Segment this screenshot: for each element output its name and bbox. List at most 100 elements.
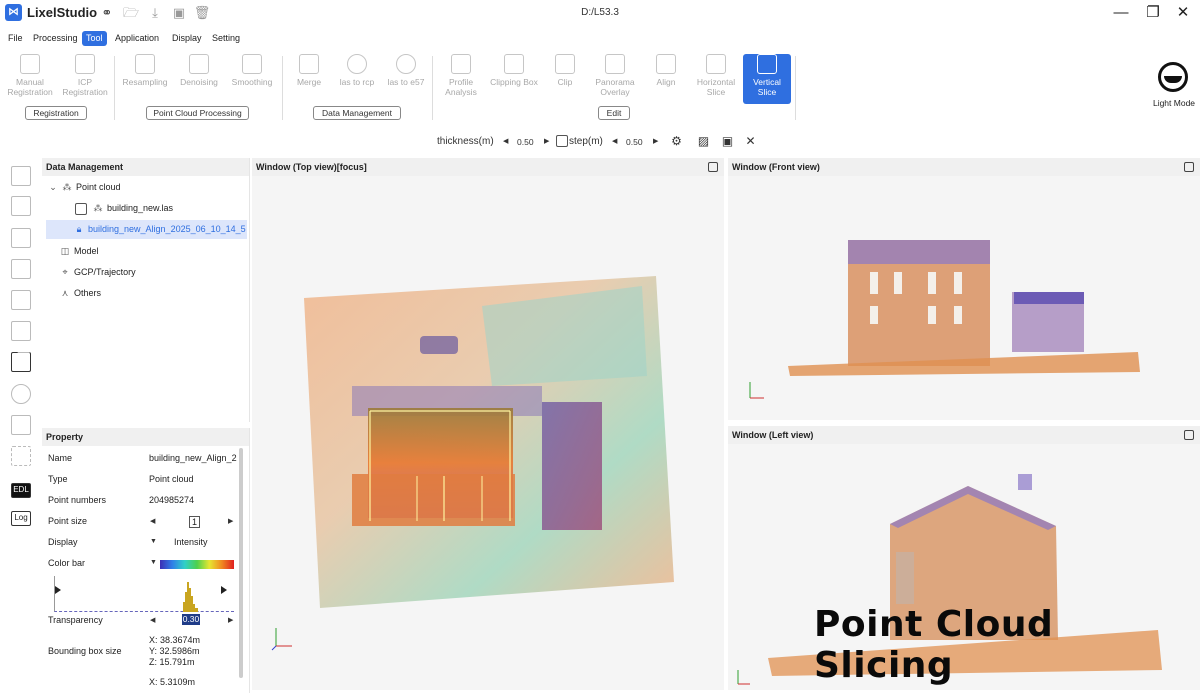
step-input[interactable]: 0.50: [626, 137, 643, 147]
step-increase-icon[interactable]: ▶: [653, 137, 658, 145]
viewport-front[interactable]: Window (Front view): [728, 158, 1200, 420]
view-left-icon[interactable]: [11, 290, 31, 310]
point-size-decrease-icon[interactable]: ◀: [150, 517, 155, 525]
tree-item-building-new-align[interactable]: 🔒︎ building_new_Align_2025_06_10_14_5: [46, 220, 247, 239]
viewport-top[interactable]: Window (Top view)[focus]: [252, 158, 724, 690]
lock-icon: 🔒︎: [76, 224, 82, 234]
transparency-input[interactable]: 0.30: [182, 614, 200, 625]
viewport-top-title: Window (Top view)[focus]: [252, 158, 724, 176]
menu-tool[interactable]: Tool: [82, 31, 107, 46]
type-label: Type: [48, 474, 68, 484]
view-front-icon[interactable]: [11, 228, 31, 248]
histogram-max-handle[interactable]: [221, 586, 227, 594]
display-dropdown-icon[interactable]: ▼: [150, 538, 157, 545]
view-back-icon[interactable]: [11, 259, 31, 279]
align-button[interactable]: Align: [648, 54, 684, 106]
transparency-decrease-icon[interactable]: ◀: [150, 616, 155, 624]
histogram-bars: [183, 582, 198, 612]
clipping-box-button[interactable]: Clipping Box: [486, 54, 542, 106]
save-slice-icon[interactable]: ▣: [720, 134, 735, 149]
point-size-label: Point size: [48, 516, 88, 526]
close-window-icon[interactable]: ✕: [1168, 2, 1198, 24]
color-bar-dropdown-icon[interactable]: ▼: [150, 559, 157, 566]
las-to-e57-button[interactable]: las to e57: [382, 54, 430, 106]
view-bottom-icon[interactable]: [11, 196, 31, 216]
thickness-decrease-icon[interactable]: ◀: [503, 137, 508, 145]
tree-label: GCP/Trajectory: [74, 267, 136, 277]
resampling-button[interactable]: Resampling: [118, 54, 172, 106]
tree-item-building-new-las[interactable]: ⁂ building_new.las: [75, 199, 173, 218]
display-select[interactable]: Intensity: [174, 537, 208, 547]
step-checkbox[interactable]: [556, 135, 568, 147]
menu-application[interactable]: Application: [111, 31, 163, 46]
maximize-icon[interactable]: [1184, 162, 1194, 172]
merge-button[interactable]: Merge: [288, 54, 330, 106]
close-slice-icon[interactable]: ✕: [743, 134, 758, 149]
name-label: Name: [48, 453, 73, 463]
viewport-top-canvas[interactable]: [252, 176, 724, 690]
annex-roof-section: [1014, 292, 1084, 304]
log-icon[interactable]: Log: [11, 511, 31, 526]
view-iso-icon[interactable]: [11, 352, 31, 372]
thickness-input[interactable]: 0.50: [517, 137, 534, 147]
transparency-increase-icon[interactable]: ▶: [228, 616, 233, 624]
image-export-icon[interactable]: ▨: [696, 134, 711, 149]
edl-icon[interactable]: EDL: [11, 483, 31, 498]
visibility-checkbox[interactable]: [75, 202, 87, 215]
fit-view-icon[interactable]: [11, 446, 31, 466]
menu-processing[interactable]: Processing: [29, 31, 82, 46]
horizontal-slice-icon: [706, 54, 726, 74]
perspective-icon[interactable]: [11, 415, 31, 435]
menu-file[interactable]: File: [4, 31, 27, 46]
auto-slice-icon[interactable]: ⚙: [669, 134, 684, 149]
view-right-icon[interactable]: [11, 321, 31, 341]
panorama-overlay-button[interactable]: Panorama Overlay: [590, 54, 640, 106]
horizontal-slice-button[interactable]: Horizontal Slice: [692, 54, 740, 106]
tree-item-model[interactable]: ◫ Model: [60, 242, 99, 261]
color-bar-label: Color bar: [48, 558, 86, 568]
vertical-slice-button[interactable]: Vertical Slice: [743, 54, 791, 104]
smoothing-button[interactable]: Smoothing: [226, 54, 278, 106]
point-size-input[interactable]: 1: [189, 516, 201, 528]
menu-setting[interactable]: Setting: [208, 31, 244, 46]
maximize-icon[interactable]: [1184, 430, 1194, 440]
group-registration: Registration: [25, 106, 87, 120]
view-top-icon[interactable]: [11, 166, 31, 186]
title-bar: ⋈ LixelStudio ⚭ 🗁 ⤓ ▣ 🗑 D:/L53.3 — ❐ ✕: [0, 0, 1200, 28]
button-label: Analysis: [445, 87, 477, 97]
histogram-min-handle[interactable]: [55, 586, 61, 594]
light-mode-icon[interactable]: [1158, 62, 1188, 92]
thickness-increase-icon[interactable]: ▶: [544, 137, 549, 145]
button-label: Clip: [557, 77, 573, 87]
manual-registration-button[interactable]: Manual Registration: [2, 54, 58, 106]
denoising-button[interactable]: Denoising: [174, 54, 224, 106]
menu-display[interactable]: Display: [168, 31, 206, 46]
ribbon-separator: [114, 56, 115, 120]
las-to-rcp-button[interactable]: las to rcp: [334, 54, 380, 106]
point-size-increase-icon[interactable]: ▶: [228, 517, 233, 525]
tree-item-point-cloud[interactable]: ⌄ ⁂ Point cloud: [48, 178, 120, 197]
intensity-histogram[interactable]: [54, 576, 234, 612]
clipping-box-icon: [504, 54, 524, 74]
step-decrease-icon[interactable]: ◀: [612, 137, 617, 145]
vehicle-points: [420, 336, 458, 354]
rotation-center-icon[interactable]: [11, 384, 31, 404]
maximize-icon[interactable]: [708, 162, 718, 172]
icp-registration-button[interactable]: ICP Registration: [58, 54, 112, 106]
tree-item-others[interactable]: ⋏ Others: [60, 284, 101, 303]
tree-item-gcp-trajectory[interactable]: ⌖ GCP/Trajectory: [60, 263, 136, 282]
clip-button[interactable]: Clip: [548, 54, 582, 106]
chimney-section: [1018, 474, 1032, 490]
minimize-icon[interactable]: —: [1106, 2, 1136, 24]
display-label: Display: [48, 537, 78, 547]
profile-analysis-button[interactable]: Profile Analysis: [438, 54, 484, 106]
button-label: Resampling: [122, 77, 168, 87]
property-scrollbar[interactable]: [239, 448, 243, 678]
panorama-overlay-icon: [605, 54, 625, 74]
restore-icon[interactable]: ❐: [1138, 2, 1168, 24]
color-bar-gradient[interactable]: [160, 560, 234, 569]
button-label: Align: [656, 77, 676, 87]
group-point-cloud-processing: Point Cloud Processing: [146, 106, 249, 120]
viewport-front-canvas[interactable]: [728, 176, 1200, 420]
resampling-icon: [135, 54, 155, 74]
